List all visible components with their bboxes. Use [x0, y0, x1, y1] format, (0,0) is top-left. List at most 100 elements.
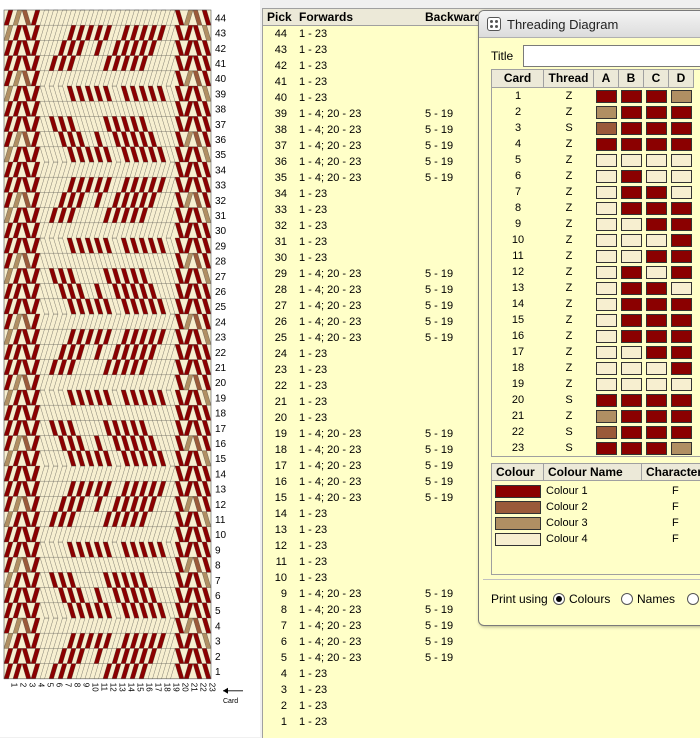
hole-cell-b[interactable] [621, 426, 642, 439]
hole-cell-c[interactable] [646, 138, 667, 151]
hole-cell-c[interactable] [646, 346, 667, 359]
thread-direction[interactable]: Z [544, 282, 594, 294]
hole-cell-c[interactable] [646, 330, 667, 343]
hole-cell-d[interactable] [671, 186, 692, 199]
hole-cell-b[interactable] [621, 410, 642, 423]
hole-cell-c[interactable] [646, 394, 667, 407]
hole-cell-b[interactable] [621, 138, 642, 151]
hole-cell-d[interactable] [671, 266, 692, 279]
hole-cell-b[interactable] [621, 186, 642, 199]
pick-column-header[interactable]: Pick [267, 10, 292, 24]
hole-cell-c[interactable] [646, 362, 667, 375]
thread-direction[interactable]: Z [544, 266, 594, 278]
thread-direction[interactable]: Z [544, 170, 594, 182]
thread-direction[interactable]: Z [544, 378, 594, 390]
thread-direction[interactable]: Z [544, 106, 594, 118]
hole-cell-d[interactable] [671, 138, 692, 151]
hole-cell-d[interactable] [671, 202, 692, 215]
title-input[interactable] [523, 45, 700, 67]
thread-direction[interactable]: Z [544, 202, 594, 214]
hole-cell-a[interactable] [596, 266, 617, 279]
thread-direction[interactable]: Z [544, 218, 594, 230]
hole-cell-a[interactable] [596, 314, 617, 327]
print-colours-radio[interactable] [553, 593, 565, 605]
thread-direction[interactable]: Z [544, 330, 594, 342]
pick-row[interactable]: 6 1 - 4; 20 - 23 5 - 19 [263, 635, 700, 651]
print-option-radio[interactable] [687, 593, 699, 605]
hole-cell-b[interactable] [621, 346, 642, 359]
hole-cell-a[interactable] [596, 362, 617, 375]
hole-cell-d[interactable] [671, 314, 692, 327]
thread-direction[interactable]: Z [544, 138, 594, 150]
hole-cell-b[interactable] [621, 122, 642, 135]
thread-direction[interactable]: Z [544, 186, 594, 198]
pick-row[interactable]: 1 1 - 23 [263, 715, 700, 731]
hole-cell-a[interactable] [596, 234, 617, 247]
pick-row[interactable]: 2 1 - 23 [263, 699, 700, 715]
hole-cell-d[interactable] [671, 426, 692, 439]
colour-row[interactable]: Colour 2 F [492, 500, 700, 516]
hole-cell-b[interactable] [621, 378, 642, 391]
hole-cell-d[interactable] [671, 410, 692, 423]
hole-cell-a[interactable] [596, 298, 617, 311]
thread-direction[interactable]: Z [544, 346, 594, 358]
hole-cell-d[interactable] [671, 394, 692, 407]
hole-cell-d[interactable] [671, 298, 692, 311]
hole-cell-c[interactable] [646, 426, 667, 439]
thread-direction[interactable]: Z [544, 314, 594, 326]
hole-cell-a[interactable] [596, 426, 617, 439]
hole-cell-d[interactable] [671, 330, 692, 343]
hole-cell-c[interactable] [646, 170, 667, 183]
hole-cell-d[interactable] [671, 346, 692, 359]
hole-cell-d[interactable] [671, 282, 692, 295]
hole-cell-a[interactable] [596, 378, 617, 391]
forwards-column-header[interactable]: Forwards [299, 10, 353, 24]
hole-cell-a[interactable] [596, 282, 617, 295]
hole-cell-c[interactable] [646, 90, 667, 103]
thread-direction[interactable]: Z [544, 154, 594, 166]
print-colours-label[interactable]: Colours [569, 592, 610, 606]
hole-cell-b[interactable] [621, 330, 642, 343]
hole-cell-a[interactable] [596, 346, 617, 359]
hole-cell-c[interactable] [646, 378, 667, 391]
hole-cell-b[interactable] [621, 250, 642, 263]
hole-cell-d[interactable] [671, 218, 692, 231]
hole-cell-a[interactable] [596, 442, 617, 455]
hole-cell-a[interactable] [596, 122, 617, 135]
colour-swatch[interactable] [495, 517, 541, 530]
hole-cell-b[interactable] [621, 266, 642, 279]
pattern-preview-pane[interactable]: 1 2 3 4 5 6 7 8 9 10 11 12 13 14 15 16 17 18 19 20 21 22 23 24 2… [0, 0, 260, 737]
print-names-label[interactable]: Names [637, 592, 675, 606]
hole-cell-c[interactable] [646, 202, 667, 215]
hole-cell-d[interactable] [671, 122, 692, 135]
hole-cell-b[interactable] [621, 90, 642, 103]
hole-cell-d[interactable] [671, 250, 692, 263]
thread-direction[interactable]: S [544, 122, 594, 134]
hole-cell-d[interactable] [671, 234, 692, 247]
colour-row[interactable]: Colour 1 F [492, 484, 700, 500]
thread-direction[interactable]: Z [544, 362, 594, 374]
hole-cell-a[interactable] [596, 202, 617, 215]
hole-cell-b[interactable] [621, 218, 642, 231]
thread-direction[interactable]: Z [544, 298, 594, 310]
pick-row[interactable]: 3 1 - 23 [263, 683, 700, 699]
hole-cell-d[interactable] [671, 106, 692, 119]
colour-swatch[interactable] [495, 485, 541, 498]
hole-cell-d[interactable] [671, 154, 692, 167]
backwards-column-header[interactable]: Backward [425, 10, 482, 24]
pick-row[interactable]: 4 1 - 23 [263, 667, 700, 683]
hole-cell-b[interactable] [621, 314, 642, 327]
hole-cell-d[interactable] [671, 378, 692, 391]
hole-cell-c[interactable] [646, 186, 667, 199]
print-names-radio[interactable] [621, 593, 633, 605]
thread-direction[interactable]: Z [544, 410, 594, 422]
hole-cell-b[interactable] [621, 394, 642, 407]
thread-direction[interactable]: Z [544, 90, 594, 102]
hole-cell-c[interactable] [646, 282, 667, 295]
colour-row[interactable]: Colour 3 F [492, 516, 700, 532]
hole-cell-c[interactable] [646, 442, 667, 455]
thread-direction[interactable]: Z [544, 250, 594, 262]
hole-cell-a[interactable] [596, 186, 617, 199]
pick-row[interactable]: 5 1 - 4; 20 - 23 5 - 19 [263, 651, 700, 667]
hole-cell-d[interactable] [671, 362, 692, 375]
